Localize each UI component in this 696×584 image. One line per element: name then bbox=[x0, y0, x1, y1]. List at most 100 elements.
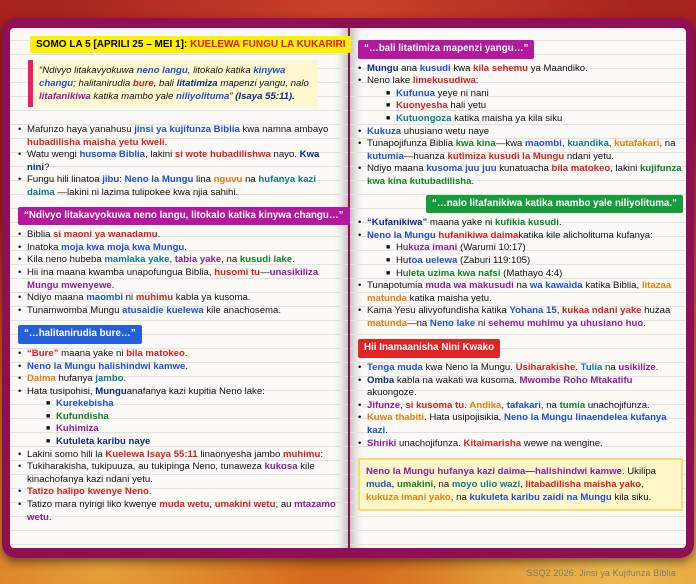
text-segment: tulipokee kwa njia sahihi bbox=[132, 186, 236, 198]
text-segment: , na bbox=[540, 399, 560, 411]
list-item: Kuhimiza bbox=[46, 423, 343, 436]
text-segment: linaonyesha jambo bbox=[197, 448, 284, 460]
text-segment: Hu bbox=[396, 254, 409, 266]
text-segment: Kufunua bbox=[396, 87, 435, 99]
text-segment: muhimu bbox=[135, 292, 174, 304]
text-segment: Tatizo halipo kwenye Neno bbox=[27, 486, 149, 498]
text-segment: (Mathayo 4:4) bbox=[500, 267, 563, 279]
bullet-list: Tunapotumia muda wa makusudi na wa kawai… bbox=[358, 280, 683, 330]
text-segment: tabia yake bbox=[174, 254, 222, 266]
text-segment: Kuelewa Isaya 55:11 bbox=[105, 448, 198, 460]
text-segment: kwa kina bbox=[455, 138, 496, 150]
text-segment: na bbox=[513, 280, 530, 292]
text-segment: ? bbox=[44, 161, 50, 173]
list-item: Daima hufanya jambo. bbox=[18, 373, 343, 386]
text-segment: , na bbox=[221, 254, 240, 266]
list-item: Inatoka moja kwa moja kwa Mungu. bbox=[18, 242, 343, 255]
note-text: kila siku. bbox=[611, 492, 652, 504]
text-segment: Tulia bbox=[580, 362, 603, 374]
text-segment: kusudi lake bbox=[239, 254, 293, 266]
text-segment: kabla na wakati wa kusoma. bbox=[394, 374, 520, 386]
list-item: Hata tusipohisi, Munguanafanya kazi kupi… bbox=[18, 386, 343, 399]
bullet-list: Hukuza imani (Warumi 10:17)Hutoa uelewa … bbox=[358, 242, 683, 280]
text-segment: Kurekebisha bbox=[56, 398, 114, 410]
text-segment: —lakini ni lazima bbox=[54, 186, 133, 198]
text-segment: kila sehemu bbox=[473, 62, 529, 74]
quote-text: ; halitanirudia bbox=[73, 78, 133, 89]
list-item: Hukuza imani (Warumi 10:17) bbox=[386, 242, 683, 255]
text-segment: Lakini somo hili la bbox=[27, 448, 106, 460]
section-label: “…halitanirudia bure…” bbox=[18, 325, 142, 344]
note-text: umakini bbox=[396, 479, 434, 491]
list-item: Kurekebisha bbox=[46, 398, 343, 411]
quote-text: bure bbox=[132, 78, 154, 89]
text-segment: hufanya bbox=[55, 373, 96, 385]
text-segment: jinsi ya kujifunza Biblia bbox=[134, 124, 240, 135]
quote-text: katika mambo yale bbox=[90, 91, 177, 102]
list-item: Ndiyo maana kusoma juu juu kunatuacha bi… bbox=[358, 163, 683, 188]
text-segment: muda wa makusudi bbox=[425, 280, 514, 292]
text-segment: katika Biblia, bbox=[582, 280, 642, 292]
list-item: Neno la Mungu hufanikiwa daimakatika kil… bbox=[358, 230, 683, 243]
quote-reference: (Isaya 55:11). bbox=[235, 91, 295, 102]
list-item: Hutoa uelewa (Zaburi 119:105) bbox=[386, 255, 683, 268]
text-segment: bila matokeo bbox=[126, 347, 185, 359]
text-segment: maombi bbox=[86, 292, 123, 304]
text-segment: nayo. bbox=[270, 149, 300, 161]
text-segment: Tunamwomba Mungu bbox=[27, 304, 123, 316]
text-segment: kufikia kusudi bbox=[494, 217, 559, 229]
text-segment: Neno lake bbox=[367, 75, 413, 87]
text-segment: Tunapotumia bbox=[367, 280, 426, 292]
text-segment: —na bbox=[406, 317, 430, 329]
text-segment: kwa namna ambayo bbox=[239, 124, 329, 135]
text-segment: Inatoka bbox=[27, 241, 62, 253]
text-segment: akuongoze. bbox=[367, 387, 417, 399]
text-segment: anafanya kazi kupitia Neno lake: bbox=[126, 385, 265, 397]
list-item: “Bure” maana yake ni bila matokeo. bbox=[18, 348, 343, 361]
text-segment: — bbox=[260, 266, 270, 278]
text-segment: (Zaburi 119:105) bbox=[457, 254, 531, 266]
text-segment: si kusoma tu bbox=[405, 399, 465, 411]
list-item: “Kufanikiwa” maana yake ni kufikia kusud… bbox=[358, 217, 683, 230]
lesson-number: SOMO LA 5 [APRILI 25 – MEI 1]: bbox=[36, 39, 188, 50]
quote-text: , bali bbox=[153, 78, 177, 89]
text-segment: kwa bbox=[450, 62, 474, 74]
text-segment: kabla ya kusoma. bbox=[173, 292, 251, 304]
list-item: Kila neno hubeba mamlaka yake, tabia yak… bbox=[18, 254, 343, 267]
note-text: , na bbox=[433, 479, 452, 491]
text-segment: jambo bbox=[95, 373, 124, 385]
text-segment: na bbox=[242, 174, 259, 186]
text-segment: sehemu muhimu ya uhusiano huo bbox=[488, 317, 644, 329]
text-segment: matunda bbox=[367, 317, 407, 329]
text-segment: kutumia bbox=[367, 150, 404, 162]
list-item: Kufundisha bbox=[46, 411, 343, 424]
list-item: Shiriki unachojifunza. Kitaimarisha wewe… bbox=[358, 438, 683, 451]
text-segment: Tatizo mara nyingi liko kwenye bbox=[27, 499, 160, 511]
left-content: Mafunzo haya yanahusu jinsi ya kujifunza… bbox=[18, 124, 350, 524]
list-item: Mungu ana kusudi kwa kila sehemu ya Maan… bbox=[358, 63, 683, 76]
list-item: Neno la Mungu halishindwi kamwe. bbox=[18, 361, 343, 374]
list-item: Kama Yesu alivyofundisha katika Yohana 1… bbox=[358, 305, 683, 330]
section-label: Hii Inamaanisha Nini Kwako bbox=[358, 339, 501, 359]
bullet-list: “Bure” maana yake ni bila matokeo.Neno l… bbox=[18, 348, 343, 398]
list-item: Mafunzo haya yanahusu jinsi ya kujifunza… bbox=[18, 124, 343, 149]
text-segment: maombi bbox=[525, 138, 562, 150]
list-item: Tatizo mara nyingi liko kwenye muda wetu… bbox=[18, 499, 343, 524]
text-segment: Mungu bbox=[95, 385, 127, 397]
text-segment: Tukiharakisha, tukipuuza, au tukipinga N… bbox=[27, 461, 265, 473]
list-item: Kutuleta karibu naye bbox=[46, 436, 343, 449]
bullet-list: Kufunua yeye ni naniKuonyesha hali yetuK… bbox=[358, 88, 683, 126]
quote-text: niliyolituma bbox=[176, 91, 230, 102]
text-segment: Tunapojifunza Biblia bbox=[367, 138, 456, 150]
note-text: litabadilisha maisha yako bbox=[525, 479, 642, 491]
text-segment: katika maisha yetu. bbox=[406, 292, 492, 304]
section-label: “…bali litatimiza mapenzi yangu…” bbox=[358, 40, 535, 59]
text-segment: wa kawaida bbox=[529, 280, 583, 292]
lesson-header: SOMO LA 5 [APRILI 25 – MEI 1]: KUELEWA F… bbox=[30, 36, 352, 53]
list-item: Watu wengi husoma Biblia, lakini si wote… bbox=[18, 149, 343, 174]
list-item: Kuonyesha hali yetu bbox=[386, 100, 683, 113]
note-text: kukuza imani yako bbox=[366, 492, 451, 504]
text-segment: maana yake ni bbox=[427, 217, 495, 229]
text-segment: moja kwa moja kwa Mungu bbox=[61, 241, 185, 253]
list-item: Tatizo halipo kwenye Neno. bbox=[18, 486, 343, 499]
